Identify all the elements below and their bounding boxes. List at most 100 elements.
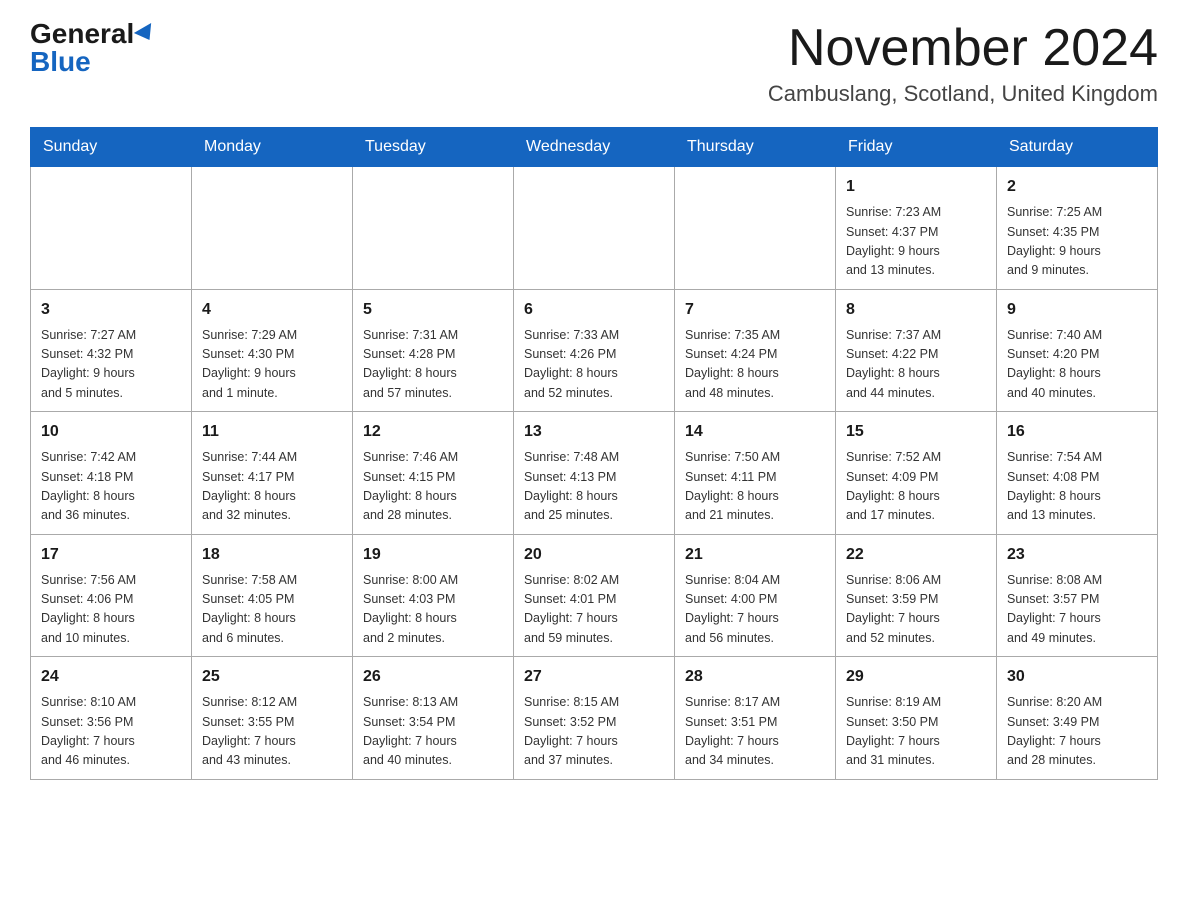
day-number: 19 [363, 543, 503, 567]
calendar-header-friday: Friday [836, 128, 997, 167]
day-number: 28 [685, 665, 825, 689]
day-info: Sunrise: 7:33 AM Sunset: 4:26 PM Dayligh… [524, 326, 664, 404]
day-info: Sunrise: 8:15 AM Sunset: 3:52 PM Dayligh… [524, 693, 664, 771]
day-info: Sunrise: 8:02 AM Sunset: 4:01 PM Dayligh… [524, 571, 664, 649]
day-info: Sunrise: 8:19 AM Sunset: 3:50 PM Dayligh… [846, 693, 986, 771]
day-number: 20 [524, 543, 664, 567]
day-number: 29 [846, 665, 986, 689]
day-number: 4 [202, 298, 342, 322]
calendar-header-saturday: Saturday [997, 128, 1158, 167]
day-number: 8 [846, 298, 986, 322]
day-info: Sunrise: 7:54 AM Sunset: 4:08 PM Dayligh… [1007, 448, 1147, 526]
day-info: Sunrise: 7:44 AM Sunset: 4:17 PM Dayligh… [202, 448, 342, 526]
day-info: Sunrise: 8:08 AM Sunset: 3:57 PM Dayligh… [1007, 571, 1147, 649]
day-info: Sunrise: 7:31 AM Sunset: 4:28 PM Dayligh… [363, 326, 503, 404]
calendar-cell [353, 167, 514, 290]
calendar-cell: 2 Sunrise: 7:25 AM Sunset: 4:35 PM Daylig… [997, 167, 1158, 290]
day-number: 5 [363, 298, 503, 322]
day-info: Sunrise: 8:12 AM Sunset: 3:55 PM Dayligh… [202, 693, 342, 771]
calendar-cell [31, 167, 192, 290]
calendar-cell: 29 Sunrise: 8:19 AM Sunset: 3:50 PM Dayli… [836, 657, 997, 780]
calendar-cell: 10 Sunrise: 7:42 AM Sunset: 4:18 PM Dayli… [31, 412, 192, 535]
calendar-table: SundayMondayTuesdayWednesdayThursdayFrid… [30, 127, 1158, 780]
day-number: 10 [41, 420, 181, 444]
day-number: 23 [1007, 543, 1147, 567]
day-info: Sunrise: 7:42 AM Sunset: 4:18 PM Dayligh… [41, 448, 181, 526]
day-number: 30 [1007, 665, 1147, 689]
logo-blue-text: Blue [30, 48, 91, 76]
day-number: 15 [846, 420, 986, 444]
calendar-cell: 23 Sunrise: 8:08 AM Sunset: 3:57 PM Dayli… [997, 534, 1158, 657]
day-info: Sunrise: 8:20 AM Sunset: 3:49 PM Dayligh… [1007, 693, 1147, 771]
day-info: Sunrise: 7:48 AM Sunset: 4:13 PM Dayligh… [524, 448, 664, 526]
day-info: Sunrise: 8:13 AM Sunset: 3:54 PM Dayligh… [363, 693, 503, 771]
day-number: 27 [524, 665, 664, 689]
calendar-header-row: SundayMondayTuesdayWednesdayThursdayFrid… [31, 128, 1158, 167]
day-number: 12 [363, 420, 503, 444]
week-row-2: 10 Sunrise: 7:42 AM Sunset: 4:18 PM Dayli… [31, 412, 1158, 535]
calendar-cell [192, 167, 353, 290]
calendar-cell: 7 Sunrise: 7:35 AM Sunset: 4:24 PM Daylig… [675, 289, 836, 412]
day-info: Sunrise: 7:52 AM Sunset: 4:09 PM Dayligh… [846, 448, 986, 526]
calendar-cell: 5 Sunrise: 7:31 AM Sunset: 4:28 PM Daylig… [353, 289, 514, 412]
day-number: 2 [1007, 175, 1147, 199]
calendar-cell [675, 167, 836, 290]
day-info: Sunrise: 8:10 AM Sunset: 3:56 PM Dayligh… [41, 693, 181, 771]
day-info: Sunrise: 8:06 AM Sunset: 3:59 PM Dayligh… [846, 571, 986, 649]
calendar-cell: 18Sunrise: 7:58 AM Sunset: 4:05 PM Dayli… [192, 534, 353, 657]
day-number: 11 [202, 420, 342, 444]
week-row-4: 24 Sunrise: 8:10 AM Sunset: 3:56 PM Dayli… [31, 657, 1158, 780]
week-row-1: 3Sunrise: 7:27 AM Sunset: 4:32 PM Daylig… [31, 289, 1158, 412]
day-info: Sunrise: 7:56 AM Sunset: 4:06 PM Dayligh… [41, 571, 181, 649]
logo-triangle-icon [134, 23, 158, 45]
day-info: Sunrise: 7:23 AM Sunset: 4:37 PM Dayligh… [846, 203, 986, 281]
day-number: 6 [524, 298, 664, 322]
calendar-cell: 21Sunrise: 8:04 AM Sunset: 4:00 PM Dayli… [675, 534, 836, 657]
calendar-cell: 25Sunrise: 8:12 AM Sunset: 3:55 PM Dayli… [192, 657, 353, 780]
calendar-cell: 28 Sunrise: 8:17 AM Sunset: 3:51 PM Dayli… [675, 657, 836, 780]
day-number: 7 [685, 298, 825, 322]
day-number: 24 [41, 665, 181, 689]
day-info: Sunrise: 7:35 AM Sunset: 4:24 PM Dayligh… [685, 326, 825, 404]
day-info: Sunrise: 7:25 AM Sunset: 4:35 PM Dayligh… [1007, 203, 1147, 281]
calendar-cell [514, 167, 675, 290]
day-number: 22 [846, 543, 986, 567]
day-number: 21 [685, 543, 825, 567]
day-number: 9 [1007, 298, 1147, 322]
day-info: Sunrise: 7:58 AM Sunset: 4:05 PM Dayligh… [202, 571, 342, 649]
calendar-header-wednesday: Wednesday [514, 128, 675, 167]
calendar-header-monday: Monday [192, 128, 353, 167]
calendar-header-sunday: Sunday [31, 128, 192, 167]
day-info: Sunrise: 7:29 AM Sunset: 4:30 PM Dayligh… [202, 326, 342, 404]
calendar-header-tuesday: Tuesday [353, 128, 514, 167]
logo-general-text: General [30, 20, 134, 48]
calendar-cell: 22 Sunrise: 8:06 AM Sunset: 3:59 PM Dayli… [836, 534, 997, 657]
logo: General Blue [30, 20, 156, 76]
calendar-cell: 11 Sunrise: 7:44 AM Sunset: 4:17 PM Dayli… [192, 412, 353, 535]
day-info: Sunrise: 8:17 AM Sunset: 3:51 PM Dayligh… [685, 693, 825, 771]
calendar-cell: 1Sunrise: 7:23 AM Sunset: 4:37 PM Daylig… [836, 167, 997, 290]
calendar-cell: 17 Sunrise: 7:56 AM Sunset: 4:06 PM Dayli… [31, 534, 192, 657]
month-title: November 2024 [768, 20, 1158, 77]
day-number: 14 [685, 420, 825, 444]
day-info: Sunrise: 8:00 AM Sunset: 4:03 PM Dayligh… [363, 571, 503, 649]
calendar-cell: 13 Sunrise: 7:48 AM Sunset: 4:13 PM Dayli… [514, 412, 675, 535]
calendar-cell: 4 Sunrise: 7:29 AM Sunset: 4:30 PM Daylig… [192, 289, 353, 412]
calendar-header-thursday: Thursday [675, 128, 836, 167]
day-number: 3 [41, 298, 181, 322]
calendar-cell: 12 Sunrise: 7:46 AM Sunset: 4:15 PM Dayli… [353, 412, 514, 535]
title-area: November 2024 Cambuslang, Scotland, Unit… [768, 20, 1158, 107]
day-number: 17 [41, 543, 181, 567]
calendar-cell: 3Sunrise: 7:27 AM Sunset: 4:32 PM Daylig… [31, 289, 192, 412]
day-info: Sunrise: 7:46 AM Sunset: 4:15 PM Dayligh… [363, 448, 503, 526]
calendar-cell: 19 Sunrise: 8:00 AM Sunset: 4:03 PM Dayli… [353, 534, 514, 657]
week-row-0: 1Sunrise: 7:23 AM Sunset: 4:37 PM Daylig… [31, 167, 1158, 290]
day-info: Sunrise: 7:37 AM Sunset: 4:22 PM Dayligh… [846, 326, 986, 404]
calendar-cell: 9 Sunrise: 7:40 AM Sunset: 4:20 PM Daylig… [997, 289, 1158, 412]
calendar-cell: 27 Sunrise: 8:15 AM Sunset: 3:52 PM Dayli… [514, 657, 675, 780]
day-info: Sunrise: 7:40 AM Sunset: 4:20 PM Dayligh… [1007, 326, 1147, 404]
day-info: Sunrise: 7:50 AM Sunset: 4:11 PM Dayligh… [685, 448, 825, 526]
calendar-cell: 8 Sunrise: 7:37 AM Sunset: 4:22 PM Daylig… [836, 289, 997, 412]
day-number: 13 [524, 420, 664, 444]
calendar-cell: 14 Sunrise: 7:50 AM Sunset: 4:11 PM Dayli… [675, 412, 836, 535]
